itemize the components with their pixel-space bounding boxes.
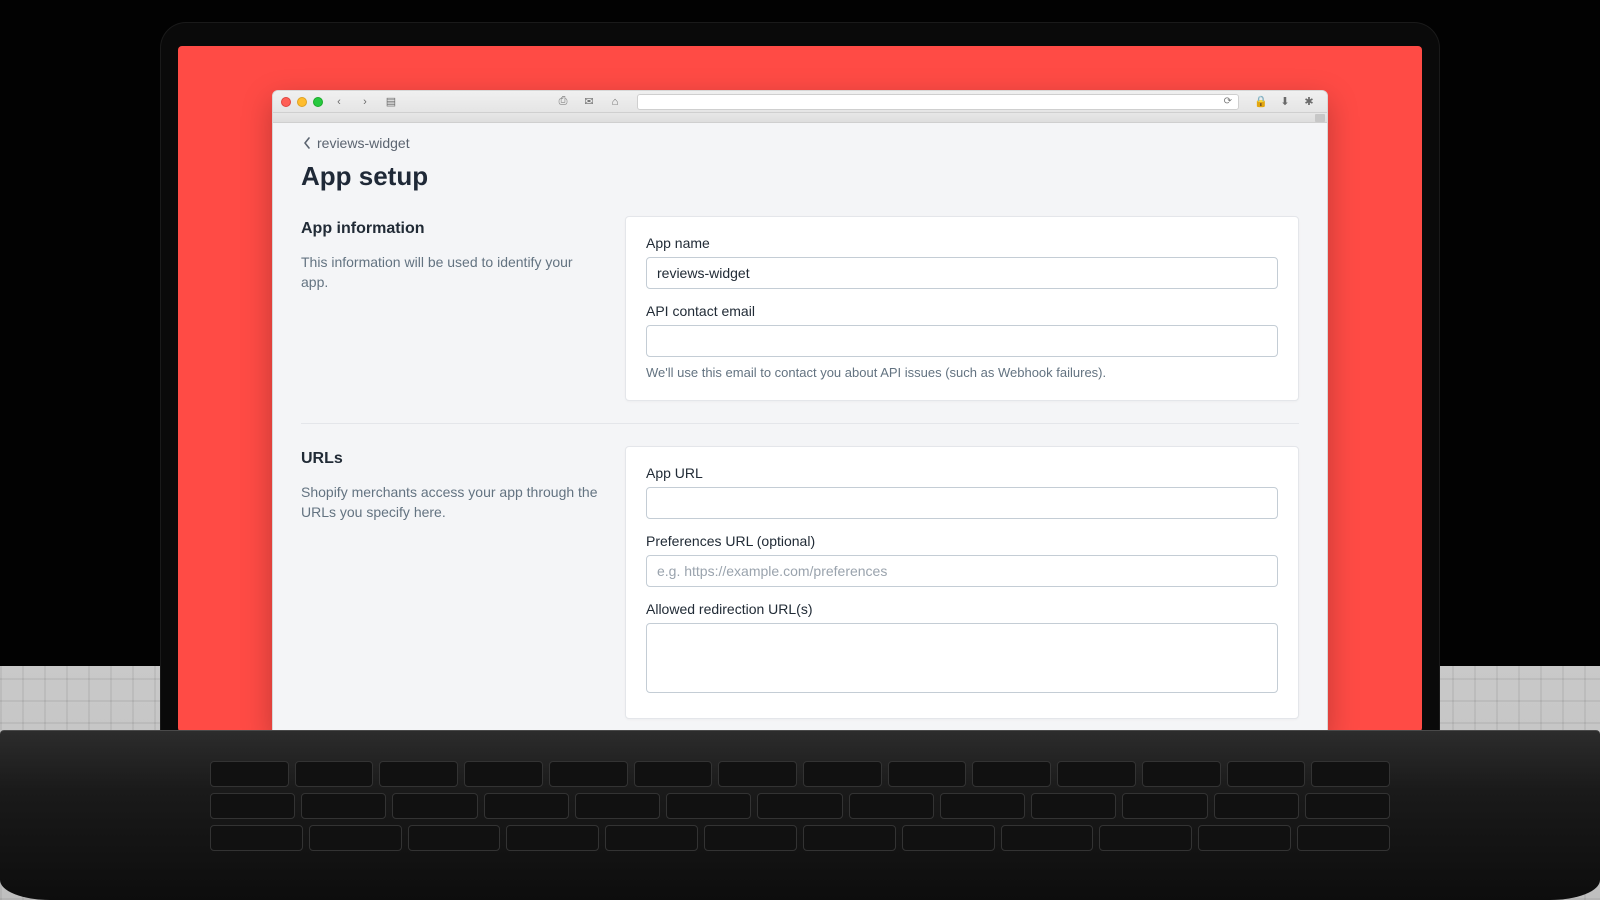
app-name-input[interactable] xyxy=(646,257,1278,289)
window-controls xyxy=(281,97,323,107)
label-app-name: App name xyxy=(646,235,1278,251)
allowed-redirection-urls-input[interactable] xyxy=(646,623,1278,693)
section-heading-app-information: App information xyxy=(301,220,601,238)
section-app-information: App information This information will be… xyxy=(301,210,1299,423)
browser-titlebar: ‹ › ▤ ⎙ ✉ ⌂ ⟳ 🔒 ⬇ ✱ xyxy=(273,91,1327,113)
section-heading-urls: URLs xyxy=(301,450,601,468)
api-contact-email-input[interactable] xyxy=(646,325,1278,357)
page-title: App setup xyxy=(301,161,1299,192)
field-preferences-url: Preferences URL (optional) xyxy=(646,533,1278,587)
label-allowed-redirection-urls: Allowed redirection URL(s) xyxy=(646,601,1278,617)
section-description-urls: Shopify merchants access your app throug… xyxy=(301,482,601,523)
refresh-icon[interactable]: ⟳ xyxy=(1224,96,1232,107)
minimize-window-icon[interactable] xyxy=(297,97,307,107)
sidebar-toggle-icon[interactable]: ▤ xyxy=(381,94,401,110)
back-button[interactable]: ‹ xyxy=(329,94,349,110)
field-allowed-redirection-urls: Allowed redirection URL(s) xyxy=(646,601,1278,698)
help-api-contact-email: We'll use this email to contact you abou… xyxy=(646,365,1278,380)
breadcrumb[interactable]: reviews-widget xyxy=(301,131,412,155)
download-icon[interactable]: ⬇ xyxy=(1275,94,1295,110)
laptop-screen: ‹ › ▤ ⎙ ✉ ⌂ ⟳ 🔒 ⬇ ✱ xyxy=(178,46,1422,732)
chevron-left-icon xyxy=(303,137,311,149)
mail-icon[interactable]: ✉ xyxy=(579,94,599,110)
card-urls: App URL Preferences URL (optional) Allow… xyxy=(625,446,1299,719)
browser-window: ‹ › ▤ ⎙ ✉ ⌂ ⟳ 🔒 ⬇ ✱ xyxy=(272,90,1328,732)
forward-button[interactable]: › xyxy=(355,94,375,110)
label-preferences-url: Preferences URL (optional) xyxy=(646,533,1278,549)
home-icon[interactable]: ⌂ xyxy=(605,94,625,110)
label-api-contact-email: API contact email xyxy=(646,303,1278,319)
section-description-app-information: This information will be used to identif… xyxy=(301,252,601,293)
preferences-url-input[interactable] xyxy=(646,555,1278,587)
laptop-keyboard xyxy=(0,730,1600,900)
stage: ‹ › ▤ ⎙ ✉ ⌂ ⟳ 🔒 ⬇ ✱ xyxy=(0,0,1600,900)
app-url-input[interactable] xyxy=(646,487,1278,519)
field-app-url: App URL xyxy=(646,465,1278,519)
address-bar[interactable]: ⟳ xyxy=(637,94,1239,110)
card-app-information: App name API contact email We'll use thi… xyxy=(625,216,1299,401)
close-window-icon[interactable] xyxy=(281,97,291,107)
section-urls: URLs Shopify merchants access your app t… xyxy=(301,423,1299,731)
breadcrumb-label: reviews-widget xyxy=(317,135,410,151)
field-api-contact-email: API contact email We'll use this email t… xyxy=(646,303,1278,380)
settings-icon[interactable]: ✱ xyxy=(1299,94,1319,110)
zoom-window-icon[interactable] xyxy=(313,97,323,107)
label-app-url: App URL xyxy=(646,465,1278,481)
laptop-frame: ‹ › ▤ ⎙ ✉ ⌂ ⟳ 🔒 ⬇ ✱ xyxy=(160,22,1440,900)
tab-shelf xyxy=(273,113,1327,123)
reader-icon[interactable]: ⎙ xyxy=(553,94,573,110)
page-body: reviews-widget App setup App information… xyxy=(273,123,1327,731)
lock-icon[interactable]: 🔒 xyxy=(1251,94,1271,110)
field-app-name: App name xyxy=(646,235,1278,289)
